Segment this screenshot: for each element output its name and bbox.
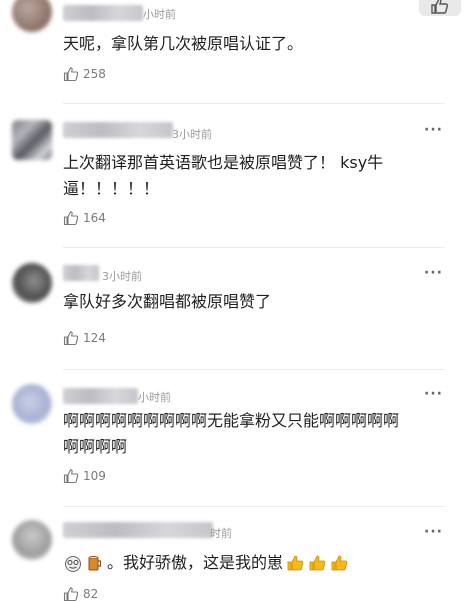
divider <box>63 369 445 370</box>
avatar[interactable] <box>12 120 52 160</box>
face-emoji-icon <box>65 556 81 572</box>
comment-time: 3小时前 <box>102 270 142 283</box>
divider <box>63 103 445 104</box>
thumbs-up-emoji-icon <box>331 555 348 571</box>
username-blurred[interactable] <box>63 122 173 138</box>
like-count: 164 <box>83 211 106 225</box>
more-options-button[interactable]: ··· <box>424 122 443 138</box>
username-blurred[interactable] <box>63 5 143 21</box>
like-count: 258 <box>83 67 106 81</box>
comment-time: 3小时前 <box>172 128 212 141</box>
comment-text-line: 啊啊啊啊啊啊啊啊啊无能拿粉又只能啊啊啊啊啊 <box>63 411 400 430</box>
thumbs-up-icon <box>63 67 79 82</box>
comment-time: 小时前 <box>143 8 176 21</box>
comment-text: 拿队好多次翻唱都被原唱赞了 <box>63 292 272 311</box>
like-button[interactable]: 164 <box>63 210 106 226</box>
more-options-button[interactable]: ··· <box>424 386 443 402</box>
comment-text: 上次翻译那首英语歌也是被原唱赞了！ ksy牛 逼！！！！！ <box>63 150 445 202</box>
thumbs-up-icon <box>63 211 79 226</box>
like-count: 109 <box>83 469 106 483</box>
thumbs-up-emoji-icon <box>309 555 326 571</box>
thumbs-up-icon <box>63 331 79 346</box>
divider <box>63 247 445 248</box>
like-count: 82 <box>83 587 99 601</box>
comment-text: 啊啊啊啊啊啊啊啊啊无能拿粉又只能啊啊啊啊啊 啊啊啊啊 <box>63 408 445 460</box>
like-button[interactable]: 124 <box>63 330 106 346</box>
username-blurred[interactable] <box>63 265 99 281</box>
comment-text: 天呢，拿队第几次被原唱认证了。 <box>63 34 304 53</box>
avatar[interactable] <box>12 520 52 560</box>
like-button[interactable]: 258 <box>63 66 106 82</box>
comment-text-line: 啊啊啊啊 <box>63 437 128 456</box>
avatar[interactable] <box>12 263 52 303</box>
like-count: 124 <box>83 331 106 345</box>
avatar[interactable] <box>12 0 52 32</box>
comment-text: 。我好骄傲，这是我的崽 <box>63 550 445 576</box>
username-blurred[interactable] <box>63 388 138 404</box>
more-options-button[interactable]: ··· <box>424 524 443 540</box>
more-options-button[interactable]: ··· <box>424 265 443 281</box>
thumbs-up-filled-icon <box>431 0 449 14</box>
thumbs-up-emoji-icon <box>287 555 304 571</box>
avatar[interactable] <box>12 384 52 424</box>
divider <box>63 506 445 507</box>
like-button[interactable]: 109 <box>63 468 106 484</box>
comment-time: 小时前 <box>138 391 171 404</box>
comment-text: 。我好骄傲，这是我的崽 <box>107 553 284 572</box>
comment-text-line: 逼！！！！！ <box>63 179 160 198</box>
comment-time: 时前 <box>210 527 232 540</box>
thumbs-up-icon <box>63 469 79 484</box>
beer-emoji-icon <box>88 556 102 571</box>
comment-text-line: 上次翻译那首英语歌也是被原唱赞了！ ksy牛 <box>63 153 384 172</box>
username-blurred[interactable] <box>63 522 213 538</box>
top-like-button[interactable] <box>419 0 461 16</box>
